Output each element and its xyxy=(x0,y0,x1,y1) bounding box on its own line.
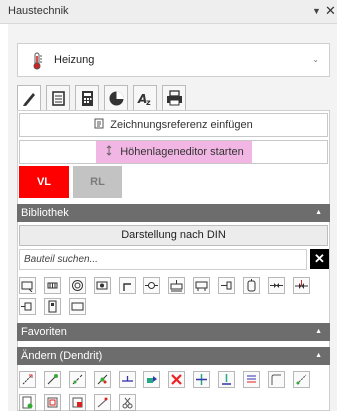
bend-icon[interactable] xyxy=(268,371,285,388)
component-search-input[interactable]: Bauteil suchen... xyxy=(19,249,307,270)
height-arrows-icon xyxy=(106,145,112,156)
tank-icon[interactable] xyxy=(243,277,260,294)
panel-close-button[interactable]: ✕ xyxy=(325,3,336,19)
collapse-icon: ▲ xyxy=(315,328,322,335)
distributor-icon[interactable] xyxy=(168,277,185,294)
valve-icon[interactable] xyxy=(143,277,160,294)
modify-header-label: Ändern (Dendrit) xyxy=(21,350,103,362)
tab-text-style[interactable]: Az xyxy=(133,85,157,111)
tab-calculate[interactable] xyxy=(75,85,99,111)
document-reference-icon xyxy=(94,118,104,129)
split-icon[interactable] xyxy=(69,371,86,388)
tab-draw[interactable] xyxy=(17,85,41,112)
panel-icon[interactable] xyxy=(69,298,86,315)
pie-chart-icon xyxy=(109,91,124,106)
favorites-header[interactable]: Favoriten ▲ xyxy=(17,323,330,341)
discipline-dropdown[interactable]: Heizung ⌄ xyxy=(17,43,330,77)
boiler-icon[interactable] xyxy=(44,298,61,315)
mixer-icon[interactable] xyxy=(268,277,285,294)
join-icon[interactable] xyxy=(94,371,111,388)
pump-icon[interactable] xyxy=(94,277,111,294)
connector-icon[interactable] xyxy=(218,277,235,294)
circle-target-icon[interactable] xyxy=(69,277,86,294)
library-header[interactable]: Bibliothek ▲ xyxy=(17,204,330,222)
insert-icon[interactable] xyxy=(218,371,235,388)
cross-icon[interactable] xyxy=(193,371,210,388)
chevron-down-icon: ⌄ xyxy=(312,55,319,64)
tab-list[interactable] xyxy=(46,85,70,111)
collapse-icon: ▲ xyxy=(315,352,322,359)
text-style-icon: Az xyxy=(137,92,151,107)
height-editor-label: Höhenlageneditor starten xyxy=(120,146,244,158)
flow-icon[interactable] xyxy=(143,371,160,388)
din-display-button[interactable]: Darstellung nach DIN xyxy=(19,225,328,246)
calculator-icon xyxy=(82,91,93,106)
pencil-icon xyxy=(23,93,35,106)
scissors-icon[interactable] xyxy=(119,394,136,411)
height-editor-button[interactable]: Höhenlageneditor starten xyxy=(96,141,252,163)
box-arrow-icon[interactable] xyxy=(19,277,36,294)
panel-menu-button[interactable]: ▼ xyxy=(312,6,321,16)
move-icon[interactable] xyxy=(19,371,36,388)
tee-icon[interactable] xyxy=(119,371,136,388)
radiator-icon[interactable] xyxy=(44,277,61,294)
delete-icon[interactable] xyxy=(168,371,185,388)
flow-rl-button[interactable]: RL xyxy=(73,166,122,198)
insert-reference-button[interactable]: Zeichnungsreferenz einfügen xyxy=(19,113,328,137)
clear-search-button[interactable]: ✕ xyxy=(310,249,329,269)
tab-chart[interactable] xyxy=(104,85,128,111)
tab-print[interactable] xyxy=(162,85,186,111)
favorites-header-label: Favoriten xyxy=(21,326,67,338)
frame-icon[interactable] xyxy=(44,394,61,411)
collapse-icon: ▲ xyxy=(315,209,322,216)
align-icon[interactable] xyxy=(243,371,260,388)
discipline-value: Heizung xyxy=(54,54,95,66)
plug-icon[interactable] xyxy=(19,298,36,315)
heater-icon[interactable] xyxy=(193,277,210,294)
svg-text:z: z xyxy=(146,98,151,107)
library-header-label: Bibliothek xyxy=(21,207,69,219)
elbow-icon[interactable] xyxy=(119,277,136,294)
flow-vl-button[interactable]: VL xyxy=(19,166,69,198)
height-editor-row: Höhenlageneditor starten xyxy=(19,140,328,164)
connect-icon[interactable] xyxy=(44,371,61,388)
document-icon[interactable] xyxy=(19,394,36,411)
list-icon xyxy=(52,91,65,106)
printer-icon xyxy=(167,90,182,106)
slope-icon[interactable] xyxy=(94,394,111,411)
frame-delete-icon[interactable] xyxy=(69,394,86,411)
extend-icon[interactable] xyxy=(293,371,310,388)
three-way-valve-icon[interactable] xyxy=(293,277,310,294)
insert-reference-label: Zeichnungsreferenz einfügen xyxy=(110,119,253,131)
panel-title: Haustechnik xyxy=(8,5,69,17)
thermometer-icon xyxy=(33,52,42,70)
modify-header[interactable]: Ändern (Dendrit) ▲ xyxy=(17,347,330,365)
panel-titlebar: Haustechnik ▼ ✕ xyxy=(0,0,337,24)
